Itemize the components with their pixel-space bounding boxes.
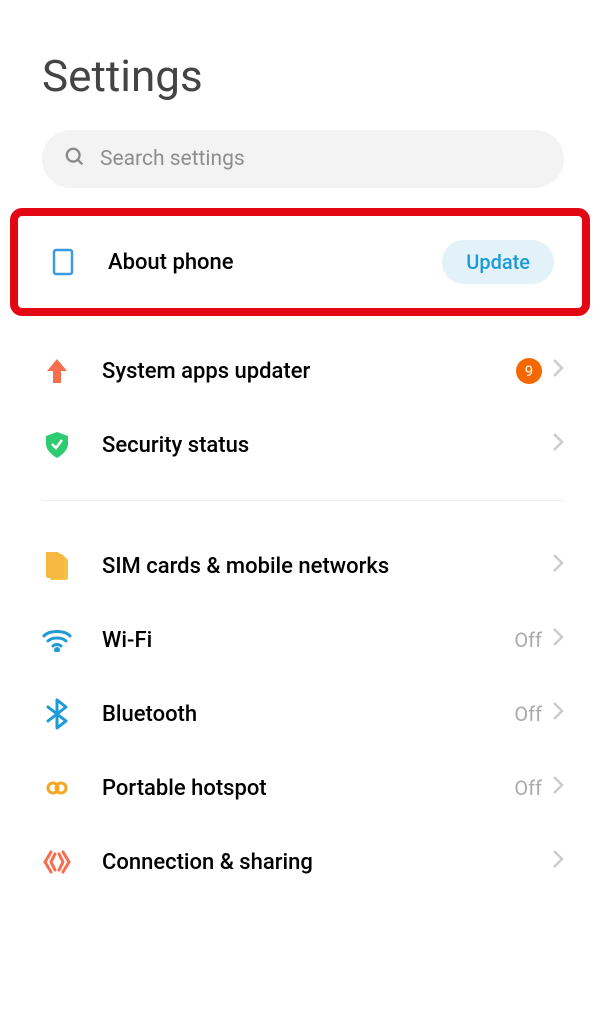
divider xyxy=(42,500,564,501)
highlight-annotation: About phone Update xyxy=(10,208,590,316)
chevron-right-icon xyxy=(552,432,564,458)
item-label: Portable hotspot xyxy=(102,776,514,801)
settings-item-connection[interactable]: Connection & sharing xyxy=(0,825,606,899)
settings-item-wifi[interactable]: Wi-Fi Off xyxy=(0,603,606,677)
chevron-right-icon xyxy=(552,775,564,801)
chevron-right-icon xyxy=(552,849,564,875)
chevron-right-icon xyxy=(552,358,564,384)
sim-card-icon xyxy=(42,551,72,581)
bluetooth-icon xyxy=(42,699,72,729)
settings-item-bluetooth[interactable]: Bluetooth Off xyxy=(0,677,606,751)
item-label: SIM cards & mobile networks xyxy=(102,554,552,579)
settings-item-about-phone[interactable]: About phone Update xyxy=(48,240,554,284)
settings-item-hotspot[interactable]: Portable hotspot Off xyxy=(0,751,606,825)
chevron-right-icon xyxy=(552,553,564,579)
item-label: Bluetooth xyxy=(102,702,514,727)
settings-item-system-apps[interactable]: System apps updater 9 xyxy=(0,334,606,408)
search-bar[interactable]: Search settings xyxy=(42,130,564,188)
chevron-right-icon xyxy=(552,627,564,653)
item-label: Security status xyxy=(102,433,552,458)
item-label: System apps updater xyxy=(102,359,516,384)
status-text: Off xyxy=(514,702,542,726)
settings-item-sim[interactable]: SIM cards & mobile networks xyxy=(0,529,606,603)
search-icon xyxy=(64,146,86,172)
page-title: Settings xyxy=(0,0,606,130)
item-label: About phone xyxy=(108,250,442,275)
count-badge: 9 xyxy=(516,358,542,384)
status-text: Off xyxy=(514,628,542,652)
arrow-up-icon xyxy=(42,356,72,386)
item-label: Connection & sharing xyxy=(102,850,552,875)
update-badge[interactable]: Update xyxy=(442,240,554,284)
connection-icon xyxy=(42,847,72,877)
chevron-right-icon xyxy=(552,701,564,727)
hotspot-icon xyxy=(42,773,72,803)
item-label: Wi-Fi xyxy=(102,628,514,653)
phone-icon xyxy=(48,247,78,277)
settings-item-security[interactable]: Security status xyxy=(0,408,606,482)
status-text: Off xyxy=(514,776,542,800)
search-placeholder: Search settings xyxy=(100,147,245,171)
shield-check-icon xyxy=(42,430,72,460)
wifi-icon xyxy=(42,625,72,655)
